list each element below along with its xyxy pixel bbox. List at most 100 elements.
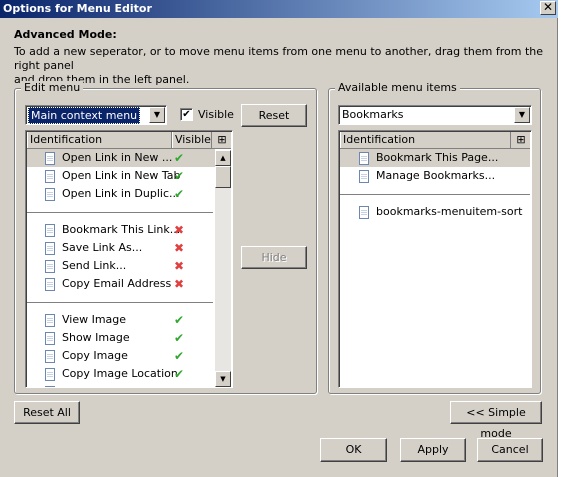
list-item[interactable]: Open Link in Duplic... ✔ (27, 185, 215, 203)
cancel-label: Cancel (491, 443, 529, 456)
list-item[interactable]: bookmarks-menuitem-sort (340, 203, 530, 221)
scroll-down-icon[interactable]: ▼ (215, 371, 231, 387)
available-items-legend: Available menu items (335, 81, 460, 94)
close-button[interactable]: ✕ (540, 1, 556, 15)
column-picker-icon[interactable]: ⊞ (212, 132, 232, 148)
page-icon (45, 188, 55, 201)
scroll-thumb[interactable] (215, 166, 231, 188)
check-icon: ✔ (174, 331, 185, 345)
list-item-partial[interactable] (27, 383, 215, 387)
check-icon: ✔ (174, 169, 185, 183)
list-item[interactable]: Copy Email Address ✖ (27, 275, 215, 293)
page-icon (45, 368, 55, 381)
edit-menu-list-header: Identification Visible ⊞ (27, 132, 231, 149)
list-item-label: Send Link... (62, 259, 127, 272)
page-icon (45, 350, 55, 363)
column-picker-icon[interactable]: ⊞ (511, 132, 531, 148)
background-strip (558, 0, 565, 477)
chevron-down-icon[interactable]: ▼ (514, 107, 530, 123)
column-visible[interactable]: Visible (172, 132, 212, 148)
check-icon: ✔ (174, 313, 185, 327)
list-item-label: Open Link in New ... (62, 151, 173, 164)
apply-label: Apply (417, 443, 449, 456)
list-item-label: Open Link in Duplic... (62, 187, 180, 200)
edit-menu-scrollbar[interactable]: ▲ ▼ (215, 150, 231, 387)
column-identification[interactable]: Identification (340, 132, 511, 148)
simple-mode-label: << Simple mode (466, 406, 526, 440)
visible-check-icon[interactable]: ✔ (180, 108, 193, 121)
list-item[interactable]: Save Link As... ✖ (27, 239, 215, 257)
available-items-list[interactable]: Identification ⊞ Bookmark This Page... M… (338, 130, 532, 388)
description-line-2: and drop them in the left panel. (14, 73, 190, 86)
check-icon: ✔ (174, 187, 185, 201)
page-icon (45, 314, 55, 327)
list-item[interactable]: Open Link in New ... ✔ (27, 149, 215, 167)
edit-menu-legend: Edit menu (21, 81, 84, 94)
list-item[interactable]: Send Link... ✖ (27, 257, 215, 275)
list-item[interactable]: Copy Image Location ✔ (27, 365, 215, 383)
reset-all-button[interactable]: Reset All (14, 401, 80, 424)
column-identification[interactable]: Identification (27, 132, 172, 148)
advanced-mode-description: To add a new seperator, or to move menu … (14, 45, 544, 87)
page-icon (45, 386, 55, 387)
page-icon (45, 170, 55, 183)
reset-button[interactable]: Reset (241, 104, 307, 127)
available-menu-select-value: Bookmarks (342, 108, 404, 121)
page-icon (359, 152, 369, 165)
cancel-button[interactable]: Cancel (477, 438, 543, 462)
apply-button[interactable]: Apply (400, 438, 466, 462)
check-icon: ✔ (174, 151, 185, 165)
edit-menu-group: Edit menu Main context menu ▼ ✔ Visible … (14, 81, 317, 394)
check-icon: ✔ (174, 349, 185, 363)
list-item-label: Show Image (62, 331, 130, 344)
available-items-group: Available menu items Bookmarks ▼ Identif… (328, 81, 541, 394)
reset-label: Reset (258, 109, 290, 122)
cross-icon: ✖ (174, 241, 185, 255)
list-item[interactable]: Manage Bookmarks... (340, 167, 530, 185)
reset-all-label: Reset All (23, 406, 71, 419)
separator[interactable] (340, 194, 530, 195)
column-identification-label: Identification (30, 133, 103, 146)
list-item[interactable]: View Image ✔ (27, 311, 215, 329)
list-item-label: Copy Email Address (62, 277, 172, 290)
list-item-label: bookmarks-menuitem-sort (376, 205, 523, 218)
list-item[interactable]: Copy Image ✔ (27, 347, 215, 365)
page-icon (359, 170, 369, 183)
options-dialog: Options for Menu Editor ✕ Advanced Mode:… (0, 0, 558, 477)
cross-icon: ✖ (174, 259, 185, 273)
chevron-down-icon[interactable]: ▼ (149, 107, 165, 123)
scroll-up-icon[interactable]: ▲ (215, 150, 231, 166)
visible-checkbox[interactable]: ✔ Visible (180, 108, 240, 122)
list-item-label: Bookmark This Page... (376, 151, 499, 164)
check-icon: ✔ (174, 367, 185, 381)
list-item-label: Manage Bookmarks... (376, 169, 496, 182)
list-item-label: View Image (62, 313, 127, 326)
available-menu-select[interactable]: Bookmarks ▼ (338, 105, 532, 125)
edit-menu-select[interactable]: Main context menu ▼ (25, 105, 167, 125)
cross-icon: ✖ (174, 277, 185, 291)
list-item[interactable]: Show Image ✔ (27, 329, 215, 347)
title-bar: Options for Menu Editor ✕ (0, 0, 558, 18)
page-icon (359, 206, 369, 219)
list-item-label: Open Link in New Tab (62, 169, 181, 182)
list-item-label: Copy Image (62, 349, 128, 362)
page-icon (45, 332, 55, 345)
hide-button[interactable]: Hide (241, 246, 307, 269)
page-icon (45, 152, 55, 165)
separator[interactable] (27, 212, 213, 213)
list-item[interactable]: Bookmark This Link... ✖ (27, 221, 215, 239)
edit-menu-select-value: Main context menu (28, 107, 141, 124)
list-item[interactable]: Open Link in New Tab ✔ (27, 167, 215, 185)
cross-icon: ✖ (174, 223, 185, 237)
column-identification-label: Identification (343, 133, 416, 146)
simple-mode-button[interactable]: << Simple mode (450, 401, 542, 440)
list-item[interactable]: Bookmark This Page... (340, 149, 530, 167)
separator[interactable] (27, 302, 213, 303)
page-icon (45, 260, 55, 273)
visible-label: Visible (198, 108, 234, 121)
ok-button[interactable]: OK (320, 438, 387, 462)
page-icon (45, 278, 55, 291)
list-item-label: Bookmark This Link... (62, 223, 181, 236)
edit-menu-list[interactable]: Identification Visible ⊞ Open Link in Ne… (25, 130, 233, 388)
window-title: Options for Menu Editor (3, 2, 152, 15)
